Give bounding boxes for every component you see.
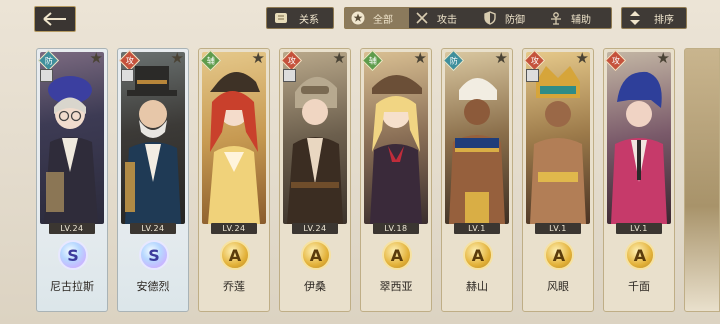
character-portrait [445, 52, 509, 224]
character-name: 安德烈 [136, 280, 170, 293]
star-icon: ★ [413, 49, 427, 67]
star-icon: ★ [251, 49, 265, 67]
rank-badge: S [58, 240, 88, 270]
character-card[interactable]: 防 ★ LV.1 A 赫山 [441, 48, 513, 312]
character-card[interactable]: 攻 ★ LV.24 A 伊桑 [279, 48, 351, 312]
character-card-partial[interactable] [684, 48, 720, 312]
rank-badge: S [139, 240, 169, 270]
character-card[interactable]: 攻 ★ LV.24 S 安德烈 [117, 48, 189, 312]
level-label: LV.24 [49, 223, 95, 234]
star-icon: ★ [89, 49, 103, 67]
level-label: LV.24 [211, 223, 257, 234]
character-name: 伊桑 [304, 280, 326, 293]
star-icon: ★ [656, 49, 670, 67]
top-bar: 关系 全部 攻击 防御 辅助 排序 [0, 0, 720, 40]
rank-badge: A [301, 240, 331, 270]
character-card[interactable]: 攻 ★ LV.1 A 风眼 [522, 48, 594, 312]
select-checkbox[interactable] [40, 69, 53, 82]
star-icon: ★ [494, 49, 508, 67]
star-icon [351, 11, 365, 25]
tab-all[interactable]: 全部 [345, 8, 409, 28]
level-label: LV.1 [616, 223, 662, 234]
back-button[interactable] [34, 6, 76, 32]
character-name: 风眼 [547, 280, 569, 293]
select-checkbox[interactable] [283, 69, 296, 82]
select-checkbox[interactable] [526, 69, 539, 82]
character-name: 赫山 [466, 280, 488, 293]
character-card[interactable]: 攻 ★ LV.1 A 千面 [603, 48, 675, 312]
character-card[interactable]: 辅 ★ LV.24 A 乔莲 [198, 48, 270, 312]
support-icon [549, 11, 563, 25]
level-label: LV.18 [373, 223, 419, 234]
scroll-icon [275, 13, 287, 23]
level-label: LV.1 [535, 223, 581, 234]
character-portrait [202, 52, 266, 224]
sort-button[interactable]: 排序 [621, 7, 687, 29]
tab-defense[interactable]: 防御 [477, 8, 543, 28]
relation-button[interactable]: 关系 [266, 7, 334, 29]
star-icon: ★ [575, 49, 589, 67]
arrow-left-icon [43, 12, 66, 26]
character-name: 乔莲 [223, 280, 245, 293]
character-name: 千面 [628, 280, 650, 293]
level-label: LV.24 [292, 223, 338, 234]
character-card[interactable]: 防 ★ LV.24 S 尼古拉斯 [36, 48, 108, 312]
sort-arrows-icon [630, 11, 640, 25]
rank-badge: A [544, 240, 574, 270]
crossed-swords-icon [415, 11, 429, 25]
character-name: 尼古拉斯 [50, 280, 94, 293]
star-icon: ★ [332, 49, 346, 67]
character-portrait [364, 52, 428, 224]
rank-badge: A [382, 240, 412, 270]
star-icon: ★ [170, 49, 184, 67]
sort-label: 排序 [654, 14, 674, 26]
select-checkbox[interactable] [121, 69, 134, 82]
character-name: 翠西亚 [379, 280, 413, 293]
tab-support[interactable]: 辅助 [543, 8, 611, 28]
relation-label: 关系 [299, 14, 319, 26]
rank-badge: A [625, 240, 655, 270]
tab-attack[interactable]: 攻击 [409, 8, 477, 28]
level-label: LV.1 [454, 223, 500, 234]
rank-badge: A [463, 240, 493, 270]
level-label: LV.24 [130, 223, 176, 234]
character-portrait [607, 52, 671, 224]
role-filter-tabs: 全部 攻击 防御 辅助 [344, 7, 612, 29]
character-card[interactable]: 辅 ★ LV.18 A 翠西亚 [360, 48, 432, 312]
shield-icon [483, 11, 497, 25]
rank-badge: A [220, 240, 250, 270]
